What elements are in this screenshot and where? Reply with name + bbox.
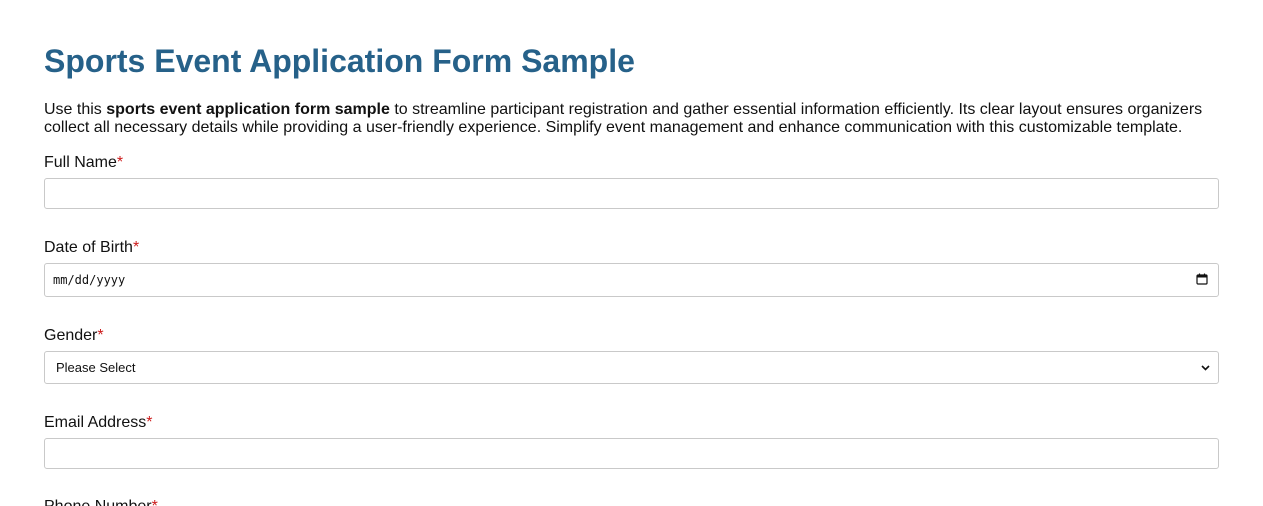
full-name-label: Full Name* xyxy=(44,154,123,172)
gender-label-text: Gender xyxy=(44,327,98,344)
required-marker: * xyxy=(132,239,140,256)
full-name-input[interactable] xyxy=(44,178,1219,209)
chevron-down-icon xyxy=(1201,365,1210,371)
required-marker: * xyxy=(97,327,104,344)
intro-text-bold: sports event application form sample xyxy=(106,101,390,118)
calendar-icon[interactable] xyxy=(1196,273,1208,285)
gender-selected-value: Please Select xyxy=(56,360,136,375)
full-name-label-text: Full Name xyxy=(44,154,117,171)
date-of-birth-input[interactable]: mm/dd/yyyy xyxy=(44,263,1219,297)
required-marker: * xyxy=(152,498,158,506)
page-title: Sports Event Application Form Sample xyxy=(44,43,635,79)
date-of-birth-label-text: Date of Birth xyxy=(44,239,133,256)
required-marker: * xyxy=(146,414,153,431)
gender-select[interactable]: Please Select xyxy=(44,351,1219,384)
intro-paragraph: Use this sports event application form s… xyxy=(44,101,1219,137)
date-placeholder: mm/dd/yyyy xyxy=(53,273,126,287)
required-marker: * xyxy=(116,154,124,171)
email-address-label-text: Email Address xyxy=(44,414,147,431)
email-address-input[interactable] xyxy=(44,438,1219,469)
phone-number-label-text: Phone Number xyxy=(44,498,152,506)
phone-number-label: Phone Number* xyxy=(44,498,158,506)
gender-label: Gender* xyxy=(44,327,104,345)
date-of-birth-label: Date of Birth* xyxy=(44,239,139,257)
email-address-label: Email Address* xyxy=(44,414,153,432)
intro-text-start: Use this xyxy=(44,101,107,118)
